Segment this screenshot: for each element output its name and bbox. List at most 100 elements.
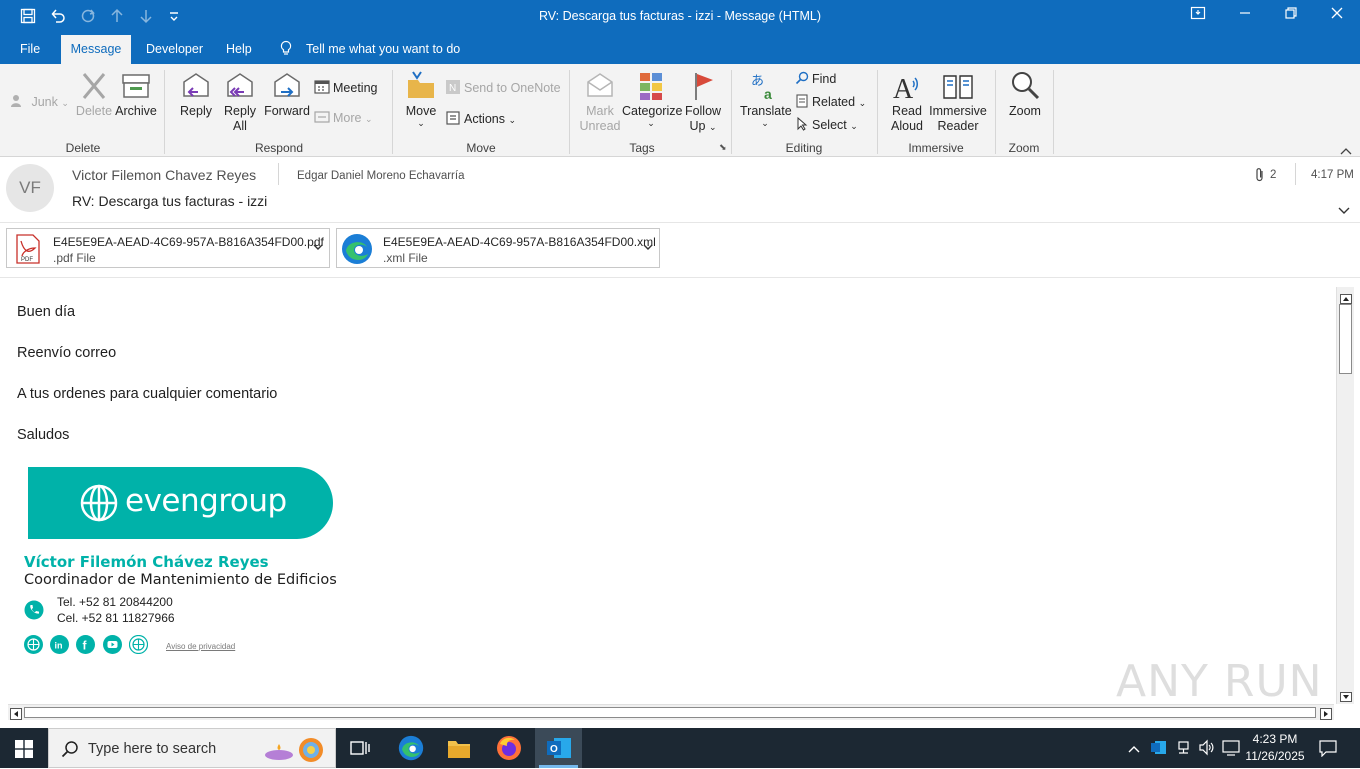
tray-time[interactable]: 4:23 PM — [1244, 732, 1306, 746]
watermark: ANY RUN — [1116, 656, 1323, 707]
delete-icon — [82, 73, 106, 99]
network-icon[interactable] — [1175, 739, 1192, 761]
chevron-down-icon[interactable] — [643, 240, 653, 254]
forward-icon — [274, 73, 300, 97]
send-to-onenote-button[interactable]: N Send to OneNote — [445, 79, 561, 98]
zoom-button[interactable]: Zoom — [1004, 70, 1046, 119]
categorize-button[interactable]: Categorize ⌄ — [622, 70, 682, 128]
archive-icon — [122, 74, 150, 98]
title-bar: RV: Descarga tus facturas - izzi - Messa… — [0, 0, 1360, 33]
scroll-down-icon[interactable] — [1340, 689, 1352, 707]
attachment-count: 2 — [1270, 169, 1277, 181]
outlook-tray-icon[interactable] — [1150, 739, 1167, 761]
svg-text:in: in — [55, 641, 63, 651]
search-placeholder: Type here to search — [88, 741, 217, 757]
actions-button[interactable]: Actions ⌄ — [445, 110, 516, 129]
globe-logo-icon — [80, 484, 118, 527]
tags-dialog-launcher-icon[interactable]: ⬊ — [719, 142, 727, 153]
notification-icon[interactable] — [1319, 739, 1337, 762]
related-button[interactable]: Related ⌄ — [795, 94, 866, 111]
facebook-icon[interactable]: f — [76, 635, 95, 659]
expand-header-icon[interactable] — [1338, 202, 1350, 220]
menu-file[interactable]: File — [20, 42, 40, 56]
reply-button[interactable]: Reply — [174, 70, 218, 119]
reply-all-button[interactable]: Reply All — [218, 70, 262, 134]
globe-icon[interactable] — [24, 635, 43, 659]
ribbon-display-icon[interactable] — [1190, 6, 1206, 24]
read-aloud-icon: A — [893, 74, 918, 102]
immersive-reader-button[interactable]: Immersive Reader — [928, 70, 988, 134]
move-button[interactable]: Move ⌄ — [400, 70, 442, 128]
follow-up-button[interactable]: Follow Up ⌄ — [682, 70, 724, 135]
header-divider — [1295, 163, 1296, 185]
meeting-icon — [314, 79, 330, 98]
task-view-icon[interactable] — [350, 739, 370, 762]
delete-button[interactable]: Delete — [72, 70, 116, 119]
attachment-item[interactable]: PDF E4E5E9EA-AEAD-4C69-957A-B816A354FD00… — [6, 228, 330, 268]
mark-unread-button[interactable]: Mark Unread — [578, 70, 622, 134]
firefox-icon[interactable] — [496, 735, 522, 766]
show-hidden-icons-icon[interactable] — [1128, 741, 1140, 759]
tell-me-search[interactable]: Tell me what you want to do — [306, 42, 460, 56]
outlook-taskbar-button[interactable]: O — [535, 728, 582, 768]
horizontal-scrollbar[interactable] — [8, 704, 1334, 720]
meeting-button[interactable]: Meeting — [314, 79, 377, 98]
related-icon — [795, 94, 809, 111]
window-title: RV: Descarga tus facturas - izzi - Messa… — [538, 9, 822, 23]
group-zoom-label: Zoom — [1008, 141, 1040, 155]
menu-bar: File Developer Help Tell me what you wan… — [0, 33, 1360, 64]
edge-taskbar-icon[interactable] — [398, 735, 424, 766]
scroll-left-icon[interactable] — [10, 707, 22, 725]
recipient-name[interactable]: Edgar Daniel Moreno Echavarría — [297, 170, 464, 182]
youtube-icon[interactable] — [103, 635, 122, 659]
menu-developer[interactable]: Developer — [146, 42, 203, 56]
flag-icon — [695, 73, 713, 100]
attachment-name: E4E5E9EA-AEAD-4C69-957A-B816A354FD00.pdf — [53, 235, 324, 249]
find-button[interactable]: Find — [795, 71, 836, 88]
minimize-icon[interactable] — [1238, 6, 1252, 24]
scroll-thumb-horizontal[interactable] — [24, 707, 1316, 718]
ribbon: Junk ⌄ Delete Archive Delete Reply Reply… — [0, 64, 1360, 157]
windows-start-icon[interactable] — [15, 740, 33, 763]
reply-icon — [183, 73, 209, 97]
archive-button[interactable]: Archive — [113, 70, 159, 119]
read-aloud-button[interactable]: A Read Aloud — [885, 70, 929, 134]
chevron-down-icon[interactable] — [313, 240, 323, 254]
phone-icon — [24, 600, 44, 625]
ribbon-separator — [877, 70, 878, 154]
linkedin-icon[interactable]: in — [50, 635, 69, 659]
avatar: VF — [6, 164, 54, 212]
menu-help[interactable]: Help — [226, 42, 252, 56]
signature-name: Víctor Filemón Chávez Reyes — [24, 553, 269, 571]
sender-name[interactable]: Victor Filemon Chavez Reyes — [72, 167, 256, 183]
restore-icon[interactable] — [1284, 6, 1298, 24]
ribbon-separator — [1053, 70, 1054, 154]
message-time: 4:17 PM — [1311, 169, 1354, 181]
folder-move-icon — [408, 71, 434, 98]
close-icon[interactable] — [1330, 6, 1344, 24]
input-method-icon[interactable] — [1222, 739, 1240, 761]
tab-message[interactable]: Message — [61, 35, 131, 64]
lightbulb-icon — [279, 40, 293, 59]
web-icon[interactable] — [128, 634, 149, 659]
select-button[interactable]: Select ⌄ — [795, 116, 858, 134]
file-explorer-icon[interactable] — [447, 737, 471, 764]
mark-unread-icon — [587, 73, 613, 97]
scroll-right-icon[interactable] — [1320, 707, 1332, 725]
tray-date[interactable]: 11/26/2025 — [1244, 749, 1306, 763]
privacy-link[interactable]: Aviso de privacidad — [166, 642, 235, 651]
message-header: VF Victor Filemon Chavez Reyes Edgar Dan… — [0, 157, 1360, 223]
more-respond-button[interactable]: More ⌄ — [314, 110, 373, 127]
attachment-item[interactable]: E4E5E9EA-AEAD-4C69-957A-B816A354FD00.xml… — [336, 228, 660, 268]
svg-text:あ: あ — [751, 74, 764, 89]
signature-role: Coordinador de Mantenimiento de Edificio… — [24, 572, 337, 588]
scroll-thumb[interactable] — [1339, 304, 1352, 374]
volume-icon[interactable] — [1198, 739, 1216, 761]
translate-button[interactable]: あa Translate ⌄ — [740, 70, 792, 128]
zoom-icon — [1012, 72, 1040, 100]
taskbar-search-box[interactable]: Type here to search — [48, 728, 336, 768]
junk-button[interactable]: Junk ⌄ — [10, 94, 69, 111]
vertical-scrollbar[interactable] — [1336, 287, 1354, 704]
actions-icon — [445, 110, 461, 129]
forward-button[interactable]: Forward — [262, 70, 312, 119]
